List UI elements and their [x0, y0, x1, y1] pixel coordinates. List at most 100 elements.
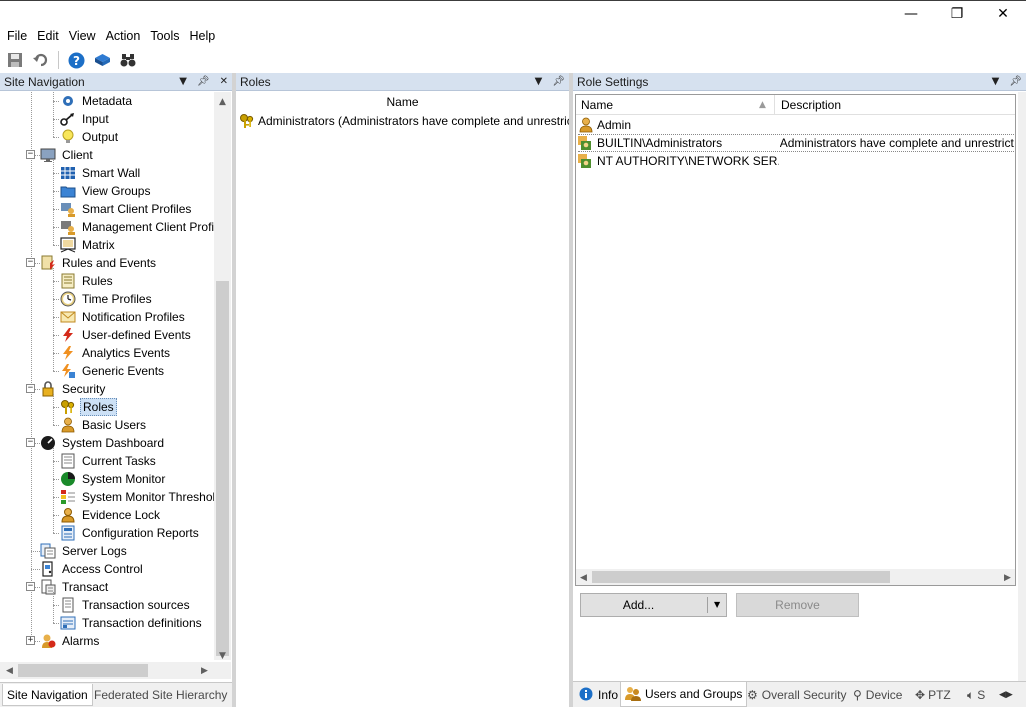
- table-row[interactable]: NT AUTHORITY\NETWORK SER...: [578, 152, 1014, 170]
- column-description[interactable]: Description: [776, 95, 1015, 115]
- scroll-left-arrow[interactable]: ◀: [2, 663, 17, 678]
- close-button[interactable]: ✕: [980, 1, 1026, 27]
- sidebar-item-output[interactable]: Output: [60, 128, 120, 146]
- tree-expander[interactable]: +: [26, 636, 35, 645]
- undo-icon[interactable]: [32, 51, 50, 69]
- nav-hscroll-thumb[interactable]: [18, 664, 148, 677]
- table-row[interactable]: Admin: [578, 116, 1014, 134]
- sidebar-item-label: Input: [82, 112, 109, 126]
- sidebar-item-access-control[interactable]: Access Control: [40, 560, 145, 578]
- sidebar-item-transaction-definitions[interactable]: Transaction definitions: [60, 614, 204, 632]
- tab-scroll-right-icon[interactable]: ▶: [1006, 690, 1013, 700]
- sidebar-item-configuration-reports[interactable]: Configuration Reports: [60, 524, 201, 542]
- sidebar-item-system-monitor[interactable]: System Monitor: [60, 470, 167, 488]
- nav-scroll-thumb[interactable]: [216, 281, 229, 656]
- menu-file[interactable]: File: [2, 26, 32, 46]
- sidebar-item-matrix[interactable]: Matrix: [60, 236, 117, 254]
- scroll-right-arrow[interactable]: ▶: [1000, 570, 1015, 585]
- sidebar-item-security[interactable]: Security: [40, 380, 107, 398]
- menu-help[interactable]: Help: [185, 26, 221, 46]
- sidebar-item-evidence-lock[interactable]: Evidence Lock: [60, 506, 162, 524]
- menu-tools[interactable]: Tools: [145, 26, 184, 46]
- sidebar-item-view-groups[interactable]: View Groups: [60, 182, 152, 200]
- role-settings-pane: Role Settings ▼ 📌︎ Name ▲ Description Ad…: [573, 73, 1026, 707]
- generic-event-icon: [60, 363, 76, 379]
- nav-vertical-scrollbar[interactable]: ▲: [214, 92, 231, 660]
- table-row[interactable]: BUILTIN\Administrators Administrators ha…: [578, 134, 1014, 152]
- tree-expander[interactable]: −: [26, 582, 35, 591]
- tree-expander[interactable]: −: [26, 150, 35, 159]
- nav-horizontal-scrollbar[interactable]: ◀ ▶: [0, 662, 214, 679]
- scroll-down-arrow[interactable]: ▼: [215, 648, 230, 663]
- menu-edit[interactable]: Edit: [32, 26, 64, 46]
- tree-expander[interactable]: −: [26, 258, 35, 267]
- sidebar-item-label: Access Control: [62, 562, 143, 576]
- tab-scroll-arrows[interactable]: ◀ ▶: [995, 684, 1017, 706]
- dropdown-icon[interactable]: ▼: [179, 76, 187, 87]
- folder-icon: [60, 183, 76, 199]
- sidebar-item-rules[interactable]: Rules: [60, 272, 115, 290]
- sidebar-item-notification-profiles[interactable]: Notification Profiles: [60, 308, 187, 326]
- sidebar-item-system-dashboard[interactable]: System Dashboard: [40, 434, 166, 452]
- sidebar-item-smart-client-profiles[interactable]: Smart Client Profiles: [60, 200, 193, 218]
- pin-icon[interactable]: 📌︎: [197, 76, 210, 87]
- tab-speech[interactable]: 🔈︎ S: [963, 684, 989, 706]
- roles-column-header[interactable]: Name: [236, 95, 569, 111]
- sidebar-item-input[interactable]: Input: [60, 110, 111, 128]
- users-horizontal-scrollbar[interactable]: ◀ ▶: [576, 569, 1015, 585]
- sidebar-item-transact[interactable]: Transact: [40, 578, 110, 596]
- help-icon[interactable]: ?: [67, 51, 85, 69]
- tree-expander[interactable]: −: [26, 438, 35, 447]
- minimize-button[interactable]: —: [888, 1, 934, 27]
- scroll-right-arrow[interactable]: ▶: [197, 663, 212, 678]
- menu-action[interactable]: Action: [101, 26, 146, 46]
- sidebar-item-transaction-sources[interactable]: Transaction sources: [60, 596, 192, 614]
- menu-view[interactable]: View: [64, 26, 101, 46]
- tab-users-and-groups[interactable]: Users and Groups: [620, 682, 748, 707]
- sidebar-item-current-tasks[interactable]: Current Tasks: [60, 452, 158, 470]
- sidebar-item-smart-wall[interactable]: Smart Wall: [60, 164, 142, 182]
- tab-device[interactable]: ⚲ Device: [849, 684, 906, 706]
- pin-icon[interactable]: 📌︎: [1009, 76, 1022, 87]
- restore-button[interactable]: ❐: [934, 1, 980, 27]
- user-name: NT AUTHORITY\NETWORK SER...: [597, 154, 779, 168]
- sidebar-item-client[interactable]: Client: [40, 146, 95, 164]
- tab-ptz[interactable]: ✥ PTZ: [911, 684, 955, 706]
- sidebar-item-roles[interactable]: Roles: [60, 398, 117, 416]
- sidebar-item-generic-events[interactable]: Generic Events: [60, 362, 166, 380]
- tab-overall-security[interactable]: ⚙ Overall Security: [743, 684, 850, 706]
- column-name[interactable]: Name ▲: [576, 95, 775, 115]
- sidebar-item-system-monitor-threshol[interactable]: System Monitor Threshol: [60, 488, 214, 506]
- pin-icon[interactable]: 📌︎: [552, 76, 565, 87]
- tab-site-navigation[interactable]: Site Navigation: [2, 684, 93, 706]
- sidebar-item-alarms[interactable]: Alarms: [40, 632, 101, 650]
- dropdown-icon[interactable]: ▼: [535, 76, 543, 87]
- sidebar-item-user-defined-events[interactable]: User-defined Events: [60, 326, 193, 344]
- sidebar-item-server-logs[interactable]: Server Logs: [40, 542, 129, 560]
- cube-icon[interactable]: [93, 51, 111, 69]
- scroll-up-arrow[interactable]: ▲: [215, 94, 230, 109]
- settings-vertical-scrollbar[interactable]: [1018, 92, 1026, 681]
- close-icon[interactable]: ✕: [220, 76, 228, 87]
- list-item[interactable]: Administrators (Administrators have comp…: [239, 112, 576, 130]
- chevron-down-icon[interactable]: ▼: [714, 600, 720, 609]
- restore-icon: ❐: [950, 6, 964, 22]
- sidebar-item-time-profiles[interactable]: Time Profiles: [60, 290, 154, 308]
- sidebar-item-label: Evidence Lock: [82, 508, 161, 522]
- remove-button[interactable]: Remove: [736, 593, 859, 617]
- sidebar-item-analytics-events[interactable]: Analytics Events: [60, 344, 172, 362]
- tab-federated-site-hierarchy[interactable]: Federated Site Hierarchy: [90, 684, 231, 706]
- add-button[interactable]: Add... ▼: [580, 593, 727, 617]
- dropdown-icon[interactable]: ▼: [992, 76, 1000, 87]
- tab-info[interactable]: Info: [575, 684, 622, 706]
- users-hscroll-thumb[interactable]: [592, 571, 890, 583]
- sidebar-item-rules-and-events[interactable]: Rules and Events: [40, 254, 158, 272]
- binoculars-icon[interactable]: [119, 51, 137, 69]
- save-icon[interactable]: [6, 51, 24, 69]
- sidebar-item-basic-users[interactable]: Basic Users: [60, 416, 148, 434]
- sidebar-item-management-client-profil[interactable]: Management Client Profil: [60, 218, 214, 236]
- scroll-left-arrow[interactable]: ◀: [576, 570, 591, 585]
- sidebar-item-metadata[interactable]: Metadata: [60, 92, 134, 110]
- tree-expander[interactable]: −: [26, 384, 35, 393]
- tab-scroll-left-icon[interactable]: ◀: [999, 690, 1006, 700]
